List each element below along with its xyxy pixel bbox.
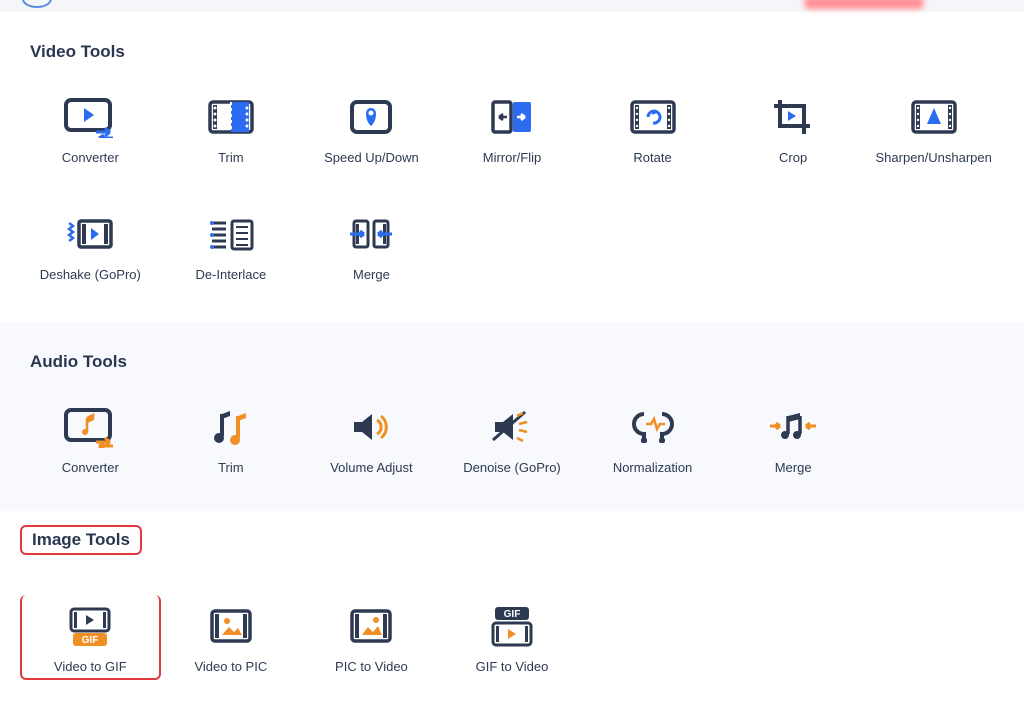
gif-to-video-icon: GIF (485, 605, 539, 647)
tool-label: Speed Up/Down (324, 150, 419, 165)
tool-label: De-Interlace (195, 267, 266, 282)
tool-label: Rotate (633, 150, 671, 165)
tool-label: Normalization (613, 460, 692, 475)
merge-icon (344, 213, 398, 255)
tool-label: Merge (775, 460, 812, 475)
video-tools-heading: Video Tools (20, 38, 135, 66)
tool-deshake[interactable]: Deshake (GoPro) (20, 213, 161, 282)
tool-label: PIC to Video (335, 659, 408, 674)
tool-label: Video to PIC (194, 659, 267, 674)
converter-icon (63, 96, 117, 138)
tool-label: Merge (353, 267, 390, 282)
image-tools-grid: GIF Video to GIF Video to PIC (20, 605, 1004, 680)
tool-audio-converter[interactable]: Converter (20, 406, 161, 475)
tool-label: Mirror/Flip (483, 150, 542, 165)
speed-icon (344, 96, 398, 138)
tool-video-to-pic[interactable]: Video to PIC (161, 605, 302, 680)
tool-converter[interactable]: Converter (20, 96, 161, 165)
upgrade-button[interactable] (804, 0, 924, 9)
tool-label: Trim (218, 460, 244, 475)
audio-converter-icon (63, 406, 117, 448)
tool-mirror-flip[interactable]: Mirror/Flip (442, 96, 583, 165)
tool-label: Volume Adjust (330, 460, 412, 475)
svg-text:GIF: GIF (504, 609, 521, 620)
normalization-icon (626, 406, 680, 448)
tool-label: Converter (62, 460, 119, 475)
crop-icon (766, 96, 820, 138)
tool-trim[interactable]: Trim (161, 96, 302, 165)
volume-adjust-icon (344, 406, 398, 448)
tool-audio-merge[interactable]: Merge (723, 406, 864, 475)
tool-pic-to-video[interactable]: PIC to Video (301, 605, 442, 680)
audio-merge-icon (766, 406, 820, 448)
deshake-icon (63, 213, 117, 255)
tool-label: Deshake (GoPro) (40, 267, 141, 282)
trim-icon (204, 96, 258, 138)
top-bar (0, 0, 1024, 12)
tool-label: GIF to Video (476, 659, 549, 674)
svg-text:GIF: GIF (82, 635, 99, 646)
denoise-icon (485, 406, 539, 448)
audio-tools-heading: Audio Tools (20, 348, 137, 376)
logo-icon (22, 0, 52, 8)
tool-video-to-gif[interactable]: GIF Video to GIF (20, 595, 161, 680)
pic-to-video-icon (344, 605, 398, 647)
tool-volume-adjust[interactable]: Volume Adjust (301, 406, 442, 475)
tool-audio-trim[interactable]: Trim (161, 406, 302, 475)
tool-denoise[interactable]: Denoise (GoPro) (442, 406, 583, 475)
tool-rotate[interactable]: Rotate (582, 96, 723, 165)
video-tools-section: Video Tools Converter (0, 12, 1024, 322)
mirror-flip-icon (485, 96, 539, 138)
deinterlace-icon (204, 213, 258, 255)
rotate-icon (626, 96, 680, 138)
tool-merge[interactable]: Merge (301, 213, 442, 282)
video-to-gif-icon: GIF (63, 605, 117, 647)
audio-trim-icon (204, 406, 258, 448)
tool-gif-to-video[interactable]: GIF GIF to Video (442, 605, 583, 680)
audio-tools-section: Audio Tools Converter (0, 322, 1024, 511)
video-tools-grid: Converter Trim (20, 96, 1004, 282)
tool-speed[interactable]: Speed Up/Down (301, 96, 442, 165)
tool-label: Video to GIF (54, 659, 127, 674)
sharpen-icon (907, 96, 961, 138)
tool-label: Crop (779, 150, 807, 165)
tool-label: Trim (218, 150, 244, 165)
tool-label: Denoise (GoPro) (463, 460, 561, 475)
image-tools-heading: Image Tools (20, 525, 142, 555)
video-to-pic-icon (204, 605, 258, 647)
tool-normalization[interactable]: Normalization (582, 406, 723, 475)
tool-label: Sharpen/Unsharpen (876, 150, 992, 165)
image-tools-section: Image Tools GIF Video to GIF (0, 511, 1024, 720)
tool-deinterlace[interactable]: De-Interlace (161, 213, 302, 282)
tool-sharpen[interactable]: Sharpen/Unsharpen (863, 96, 1004, 165)
audio-tools-grid: Converter Trim (20, 406, 1004, 475)
tool-crop[interactable]: Crop (723, 96, 864, 165)
tool-label: Converter (62, 150, 119, 165)
